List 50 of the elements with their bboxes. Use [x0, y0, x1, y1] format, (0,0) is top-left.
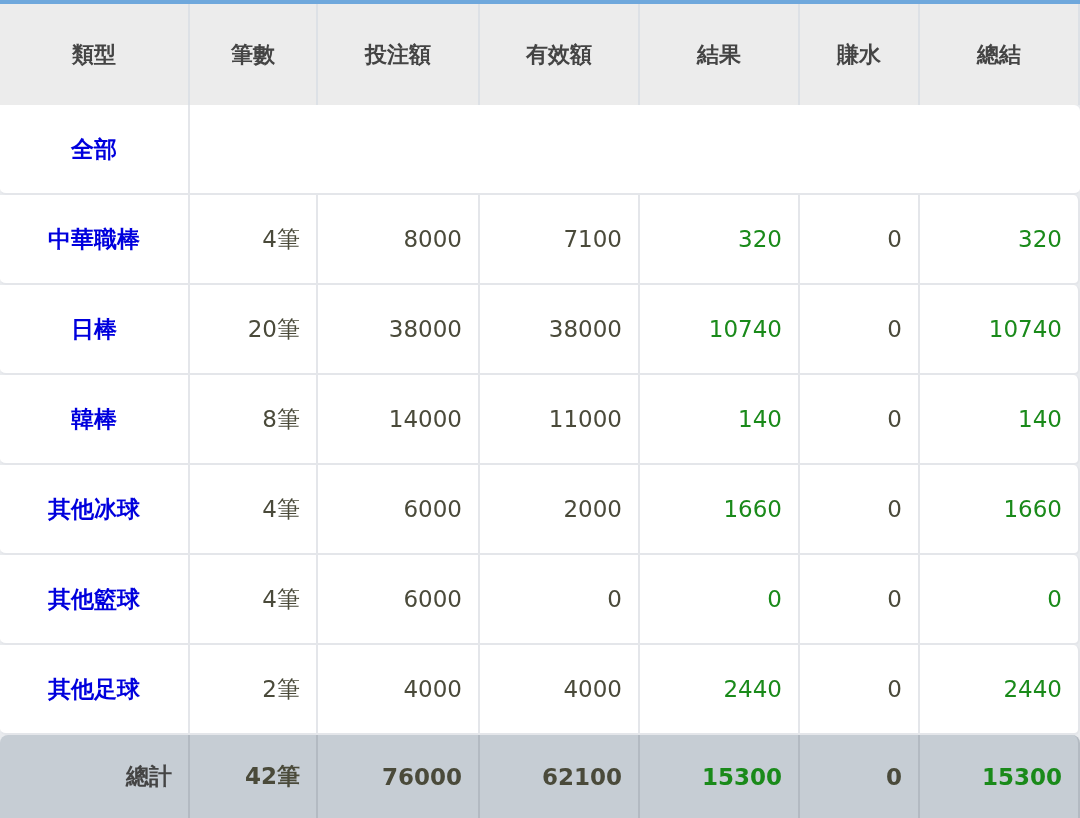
total-cell: 62100	[480, 735, 640, 818]
table-cell: 0	[800, 375, 920, 465]
table-cell: 2000	[480, 465, 640, 555]
table-cell: 38000	[318, 285, 480, 375]
total-cell: 15300	[640, 735, 800, 818]
total-cell: 15300	[920, 735, 1080, 818]
table-cell: 1660	[640, 465, 800, 555]
category-link[interactable]: 日棒	[0, 285, 190, 375]
total-cell: 42筆	[190, 735, 318, 818]
table-cell: 0	[800, 285, 920, 375]
category-link[interactable]: 其他冰球	[0, 465, 190, 555]
table-cell: 0	[800, 555, 920, 645]
table-cell: 4筆	[190, 465, 318, 555]
total-cell: 76000	[318, 735, 480, 818]
table-cell: 0	[800, 195, 920, 285]
table-cell: 140	[640, 375, 800, 465]
table-cell: 8筆	[190, 375, 318, 465]
table-cell: 0	[920, 555, 1080, 645]
table-cell: 320	[920, 195, 1080, 285]
table-cell: 10740	[640, 285, 800, 375]
table-cell: 4000	[318, 645, 480, 735]
table-cell: 20筆	[190, 285, 318, 375]
table-cell: 0	[480, 555, 640, 645]
category-link[interactable]: 其他籃球	[0, 555, 190, 645]
table-cell: 11000	[480, 375, 640, 465]
table-cell: 2440	[920, 645, 1080, 735]
table-cell: 4000	[480, 645, 640, 735]
category-link[interactable]: 中華職棒	[0, 195, 190, 285]
table-cell: 8000	[318, 195, 480, 285]
table-cell: 4筆	[190, 195, 318, 285]
table-cell: 7100	[480, 195, 640, 285]
table-cell: 2440	[640, 645, 800, 735]
table-cell: 2筆	[190, 645, 318, 735]
table-cell: 0	[800, 645, 920, 735]
total-cell: 0	[800, 735, 920, 818]
table-cell: 140	[920, 375, 1080, 465]
table-cell: 38000	[480, 285, 640, 375]
table-cell: 0	[640, 555, 800, 645]
table-cell: 10740	[920, 285, 1080, 375]
table-cell: 4筆	[190, 555, 318, 645]
table-cell: 14000	[318, 375, 480, 465]
table-cell: 1660	[920, 465, 1080, 555]
table-cell: 6000	[318, 555, 480, 645]
table-cell: 320	[640, 195, 800, 285]
total-label: 總計	[0, 735, 190, 818]
table-cell: 6000	[318, 465, 480, 555]
category-link[interactable]: 全部	[0, 105, 190, 195]
category-link[interactable]: 其他足球	[0, 645, 190, 735]
table-cell: 0	[800, 465, 920, 555]
category-link[interactable]: 韓棒	[0, 375, 190, 465]
